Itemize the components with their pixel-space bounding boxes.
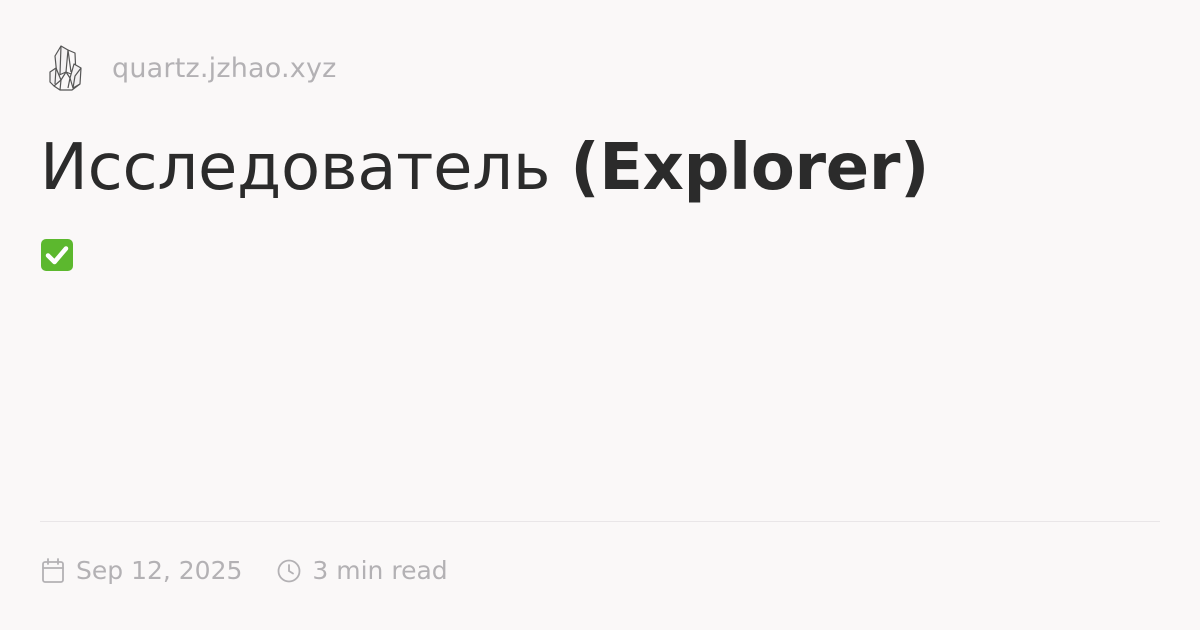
reading-time: 3 min read xyxy=(276,556,448,585)
page-title-parenthetical: (Explorer) xyxy=(570,131,930,205)
publish-date-text: Sep 12, 2025 xyxy=(76,556,243,585)
calendar-icon xyxy=(40,557,66,585)
check-mark-icon xyxy=(40,238,74,272)
crystal-logo-icon[interactable] xyxy=(46,42,86,94)
page-title-main: Исследователь xyxy=(40,131,551,205)
page-meta: Sep 12, 2025 3 min read xyxy=(40,556,448,585)
publish-date: Sep 12, 2025 xyxy=(40,556,242,585)
clock-icon xyxy=(276,558,302,584)
footer-divider xyxy=(40,521,1160,522)
page-title: Исследователь (Explorer) xyxy=(40,126,929,210)
site-header: quartz.jzhao.xyz xyxy=(46,42,337,94)
reading-time-text: 3 min read xyxy=(312,556,448,585)
site-name-link[interactable]: quartz.jzhao.xyz xyxy=(112,53,337,84)
